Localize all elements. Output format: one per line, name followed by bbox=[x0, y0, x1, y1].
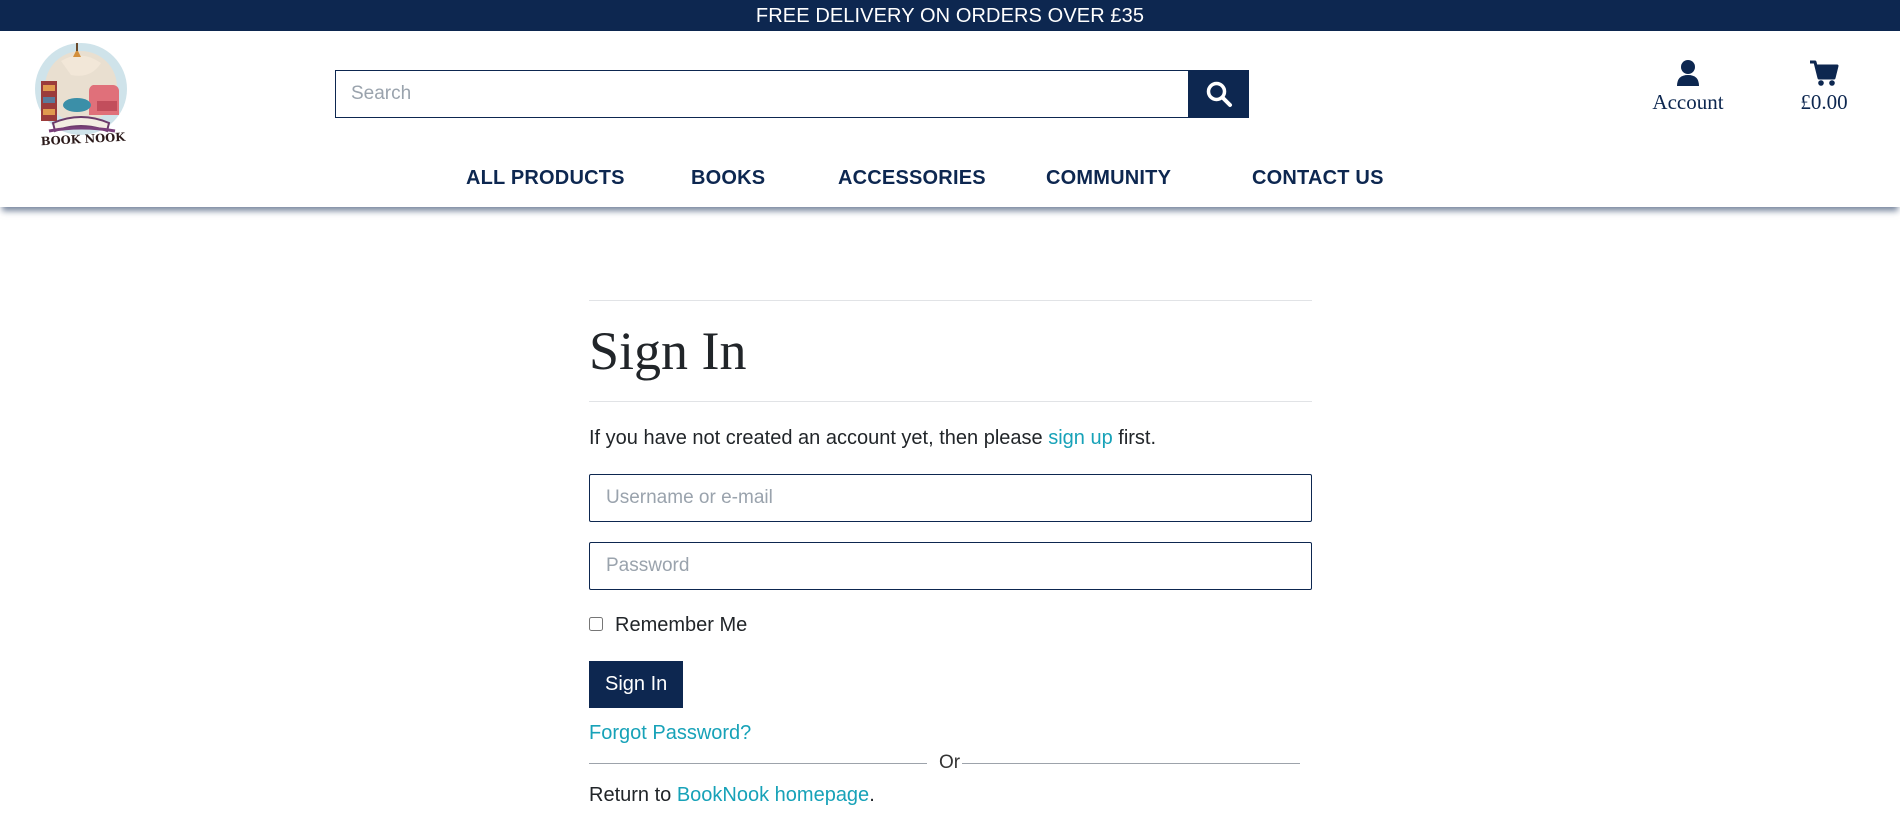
search-input[interactable] bbox=[335, 70, 1188, 118]
search-icon bbox=[1206, 81, 1232, 107]
main-nav: ALL PRODUCTS BOOKS ACCESSORIES COMMUNITY… bbox=[0, 167, 1900, 197]
nav-books[interactable]: BOOKS bbox=[691, 167, 765, 190]
return-home-text: Return to bbox=[589, 784, 677, 806]
site-header: BOOK NOOK Account £0.0 bbox=[0, 31, 1900, 207]
password-field[interactable] bbox=[589, 542, 1312, 590]
cart-icon bbox=[1810, 60, 1839, 86]
nav-contact-us[interactable]: CONTACT US bbox=[1252, 167, 1384, 190]
signup-prompt-suffix: first. bbox=[1112, 427, 1157, 449]
delivery-banner-text: FREE DELIVERY ON ORDERS OVER £35 bbox=[755, 5, 1145, 27]
nav-all-products[interactable]: ALL PRODUCTS bbox=[466, 167, 625, 190]
user-icon bbox=[1677, 60, 1699, 86]
remember-me-label: Remember Me bbox=[615, 614, 748, 636]
divider-bottom bbox=[589, 401, 1312, 402]
cart-total: £0.00 bbox=[1800, 90, 1848, 114]
username-field[interactable] bbox=[589, 474, 1312, 522]
nav-accessories[interactable]: ACCESSORIES bbox=[838, 167, 986, 190]
delivery-banner: FREE DELIVERY ON ORDERS OVER £35 bbox=[0, 0, 1900, 31]
or-line-right bbox=[962, 762, 1301, 764]
forgot-password-link[interactable]: Forgot Password? bbox=[589, 722, 1312, 745]
homepage-link[interactable]: BookNook homepage bbox=[677, 784, 869, 806]
signup-prompt: If you have not created an account yet, … bbox=[589, 427, 1312, 450]
or-label: Or bbox=[938, 752, 961, 773]
remember-me-checkbox[interactable] bbox=[589, 617, 603, 631]
signup-link[interactable]: sign up bbox=[1048, 427, 1113, 449]
signin-panel: Sign In If you have not created an accou… bbox=[589, 300, 1312, 807]
search-button[interactable] bbox=[1188, 70, 1249, 118]
return-home: Return to BookNook homepage. bbox=[589, 784, 1312, 807]
account-label: Account bbox=[1652, 90, 1724, 114]
remember-me: Remember Me bbox=[589, 614, 1312, 637]
divider-top bbox=[589, 300, 1312, 301]
book-nook-logo[interactable]: BOOK NOOK bbox=[31, 39, 131, 149]
signin-button[interactable]: Sign In bbox=[589, 661, 684, 708]
or-line-left bbox=[589, 762, 927, 764]
account-link[interactable]: Account bbox=[1640, 51, 1736, 115]
page-title: Sign In bbox=[589, 321, 747, 381]
nav-community[interactable]: COMMUNITY bbox=[1046, 167, 1171, 190]
or-separator: Or bbox=[589, 752, 1301, 773]
return-home-suffix: . bbox=[869, 784, 875, 806]
search-bar bbox=[335, 70, 1249, 118]
signup-prompt-text: If you have not created an account yet, … bbox=[589, 427, 1049, 449]
cart-link[interactable]: £0.00 bbox=[1786, 51, 1862, 115]
